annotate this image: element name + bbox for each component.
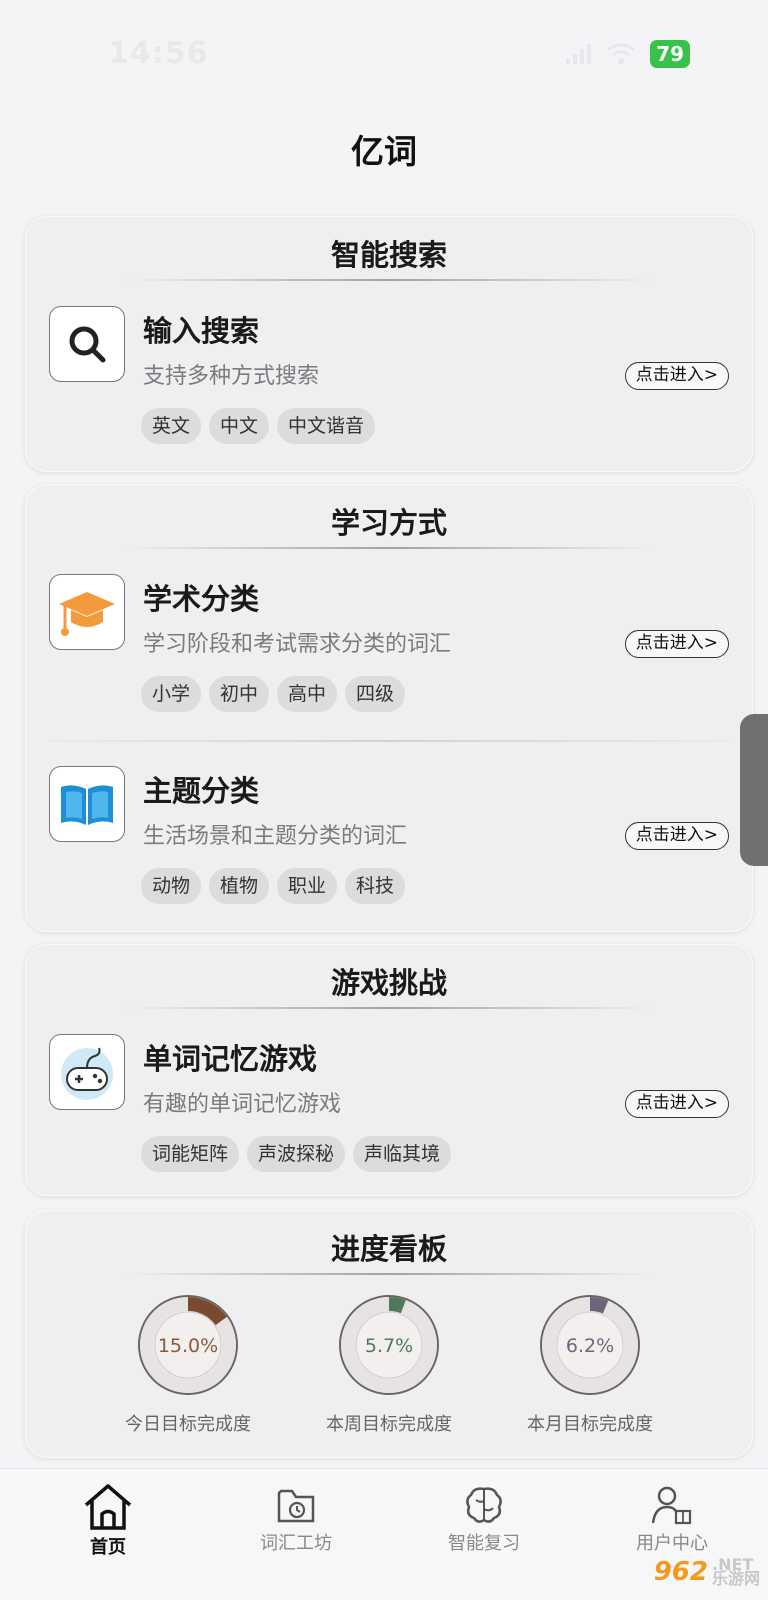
progress-ring-chart: 6.2% [540, 1295, 640, 1395]
tab-label: 智能复习 [448, 1533, 520, 1554]
card-divider [125, 1273, 653, 1275]
app-title: 亿词 [351, 132, 417, 171]
game-challenge-card: 游戏挑战 单词记忆游戏 有趣的单词记忆游戏 点击进入> 词能矩阵 声波探秘 声临… [25, 944, 753, 1196]
status-bar: 14:56 79 [0, 0, 768, 110]
ring-label: 今日目标完成度 [125, 1414, 251, 1435]
progress-ring-chart: 5.7% [339, 1295, 439, 1395]
daily-progress-ring: 15.0% 今日目标完成度 [73, 1290, 303, 1436]
item-description: 支持多种方式搜索 [143, 364, 320, 389]
tag-senior[interactable]: 高中 [277, 676, 338, 712]
card-divider [125, 547, 653, 549]
tag-plants[interactable]: 植物 [209, 868, 270, 904]
item-description: 有趣的单词记忆游戏 [143, 1092, 342, 1117]
watermark-logo: 962 [653, 1557, 708, 1587]
ring-label: 本周目标完成度 [326, 1414, 452, 1435]
watermark-text: .NET 乐游网 [711, 1557, 760, 1588]
item-description: 生活场景和主题分类的词汇 [143, 824, 408, 849]
brain-icon [466, 1487, 502, 1523]
status-icons: 79 [566, 40, 690, 68]
enter-button[interactable]: 点击进入> [624, 1090, 729, 1118]
tab-smart-review[interactable]: 智能复习 [414, 1483, 554, 1555]
tab-label: 词汇工坊 [260, 1533, 332, 1554]
item-title: 主题分类 [143, 774, 260, 808]
tag-immersive-sound[interactable]: 声临其境 [353, 1136, 452, 1172]
item-description: 学习阶段和考试需求分类的词汇 [143, 632, 452, 657]
bottom-tab-bar: 首页 词汇工坊 智能复习 用户中心 962 .NET 乐游网 [0, 1468, 768, 1600]
smart-search-card: 智能搜索 输入搜索 支持多种方式搜索 点击进入> 英文 中文 中文谐音 [25, 216, 753, 472]
enter-button[interactable]: 点击进入> [624, 822, 729, 850]
study-mode-card: 学习方式 学术分类 学习阶段和考试需求分类的词汇 点击进入> 小学 初中 高中 … [25, 484, 753, 932]
home-icon [84, 1484, 132, 1530]
ring-label: 本月目标完成度 [527, 1414, 653, 1435]
tag-list: 词能矩阵 声波探秘 声临其境 [141, 1136, 452, 1172]
item-separator [49, 740, 729, 742]
wifi-icon [607, 43, 636, 64]
tag-word-matrix[interactable]: 词能矩阵 [141, 1136, 240, 1172]
monthly-progress-ring: 6.2% 本月目标完成度 [475, 1290, 705, 1436]
status-time: 14:56 [108, 36, 209, 71]
tab-label: 首页 [90, 1537, 126, 1558]
tag-animals[interactable]: 动物 [141, 868, 202, 904]
watermark: 962 .NET 乐游网 [654, 1552, 760, 1592]
tag-english[interactable]: 英文 [141, 408, 202, 444]
item-title: 学术分类 [143, 582, 260, 616]
tag-list: 英文 中文 中文谐音 [141, 408, 376, 444]
card-title: 进度看板 [330, 1232, 447, 1266]
progress-ring-chart: 15.0% [138, 1295, 238, 1395]
search-icon [49, 306, 125, 382]
tag-primary[interactable]: 小学 [141, 676, 202, 712]
enter-button[interactable]: 点击进入> [624, 630, 729, 658]
cellular-signal-icon [566, 44, 592, 64]
weekly-progress-ring: 5.7% 本周目标完成度 [274, 1290, 504, 1436]
battery-indicator: 79 [650, 40, 690, 68]
tag-junior[interactable]: 初中 [209, 676, 270, 712]
ring-value-label: 15.0% [158, 1335, 218, 1357]
theme-category-item[interactable]: 主题分类 生活场景和主题分类的词汇 点击进入> 动物 植物 职业 科技 [25, 766, 753, 946]
side-drawer-handle[interactable] [740, 714, 768, 866]
card-divider [125, 1007, 653, 1009]
ring-value-label: 6.2% [566, 1335, 614, 1357]
ring-value-label: 5.7% [365, 1335, 413, 1357]
open-book-icon [49, 766, 125, 842]
history-folder-icon [277, 1489, 315, 1523]
gamepad-icon [49, 1034, 125, 1110]
watermark-sub: 乐游网 [711, 1569, 760, 1588]
tab-vocab-workshop[interactable]: 词汇工坊 [226, 1483, 366, 1555]
tab-user-center[interactable]: 用户中心 [602, 1483, 742, 1555]
card-divider [125, 279, 653, 281]
tab-home[interactable]: 首页 [38, 1483, 178, 1559]
tag-cet4[interactable]: 四级 [345, 676, 406, 712]
graduation-cap-icon [49, 574, 125, 650]
input-search-item[interactable]: 输入搜索 支持多种方式搜索 点击进入> 英文 中文 中文谐音 [25, 306, 753, 486]
tag-list: 小学 初中 高中 四级 [141, 676, 406, 712]
card-title: 游戏挑战 [330, 966, 447, 1000]
user-book-icon [651, 1486, 692, 1525]
card-title: 学习方式 [330, 506, 447, 540]
academic-category-item[interactable]: 学术分类 学习阶段和考试需求分类的词汇 点击进入> 小学 初中 高中 四级 [25, 574, 753, 754]
tag-technology[interactable]: 科技 [345, 868, 406, 904]
progress-board-card: 进度看板 15.0% 今日目标完成度 5.7% 本周目标完成度 6.2% 本月目… [25, 1210, 753, 1458]
tag-list: 动物 植物 职业 科技 [141, 868, 406, 904]
tag-chinese-homophone[interactable]: 中文谐音 [277, 408, 376, 444]
item-title: 单词记忆游戏 [143, 1042, 318, 1076]
tag-chinese[interactable]: 中文 [209, 408, 270, 444]
tag-careers[interactable]: 职业 [277, 868, 338, 904]
enter-button[interactable]: 点击进入> [624, 362, 729, 390]
tag-sound-wave[interactable]: 声波探秘 [247, 1136, 346, 1172]
word-memory-game-item[interactable]: 单词记忆游戏 有趣的单词记忆游戏 点击进入> 词能矩阵 声波探秘 声临其境 [25, 1034, 753, 1214]
card-title: 智能搜索 [330, 238, 447, 272]
item-title: 输入搜索 [143, 314, 260, 348]
